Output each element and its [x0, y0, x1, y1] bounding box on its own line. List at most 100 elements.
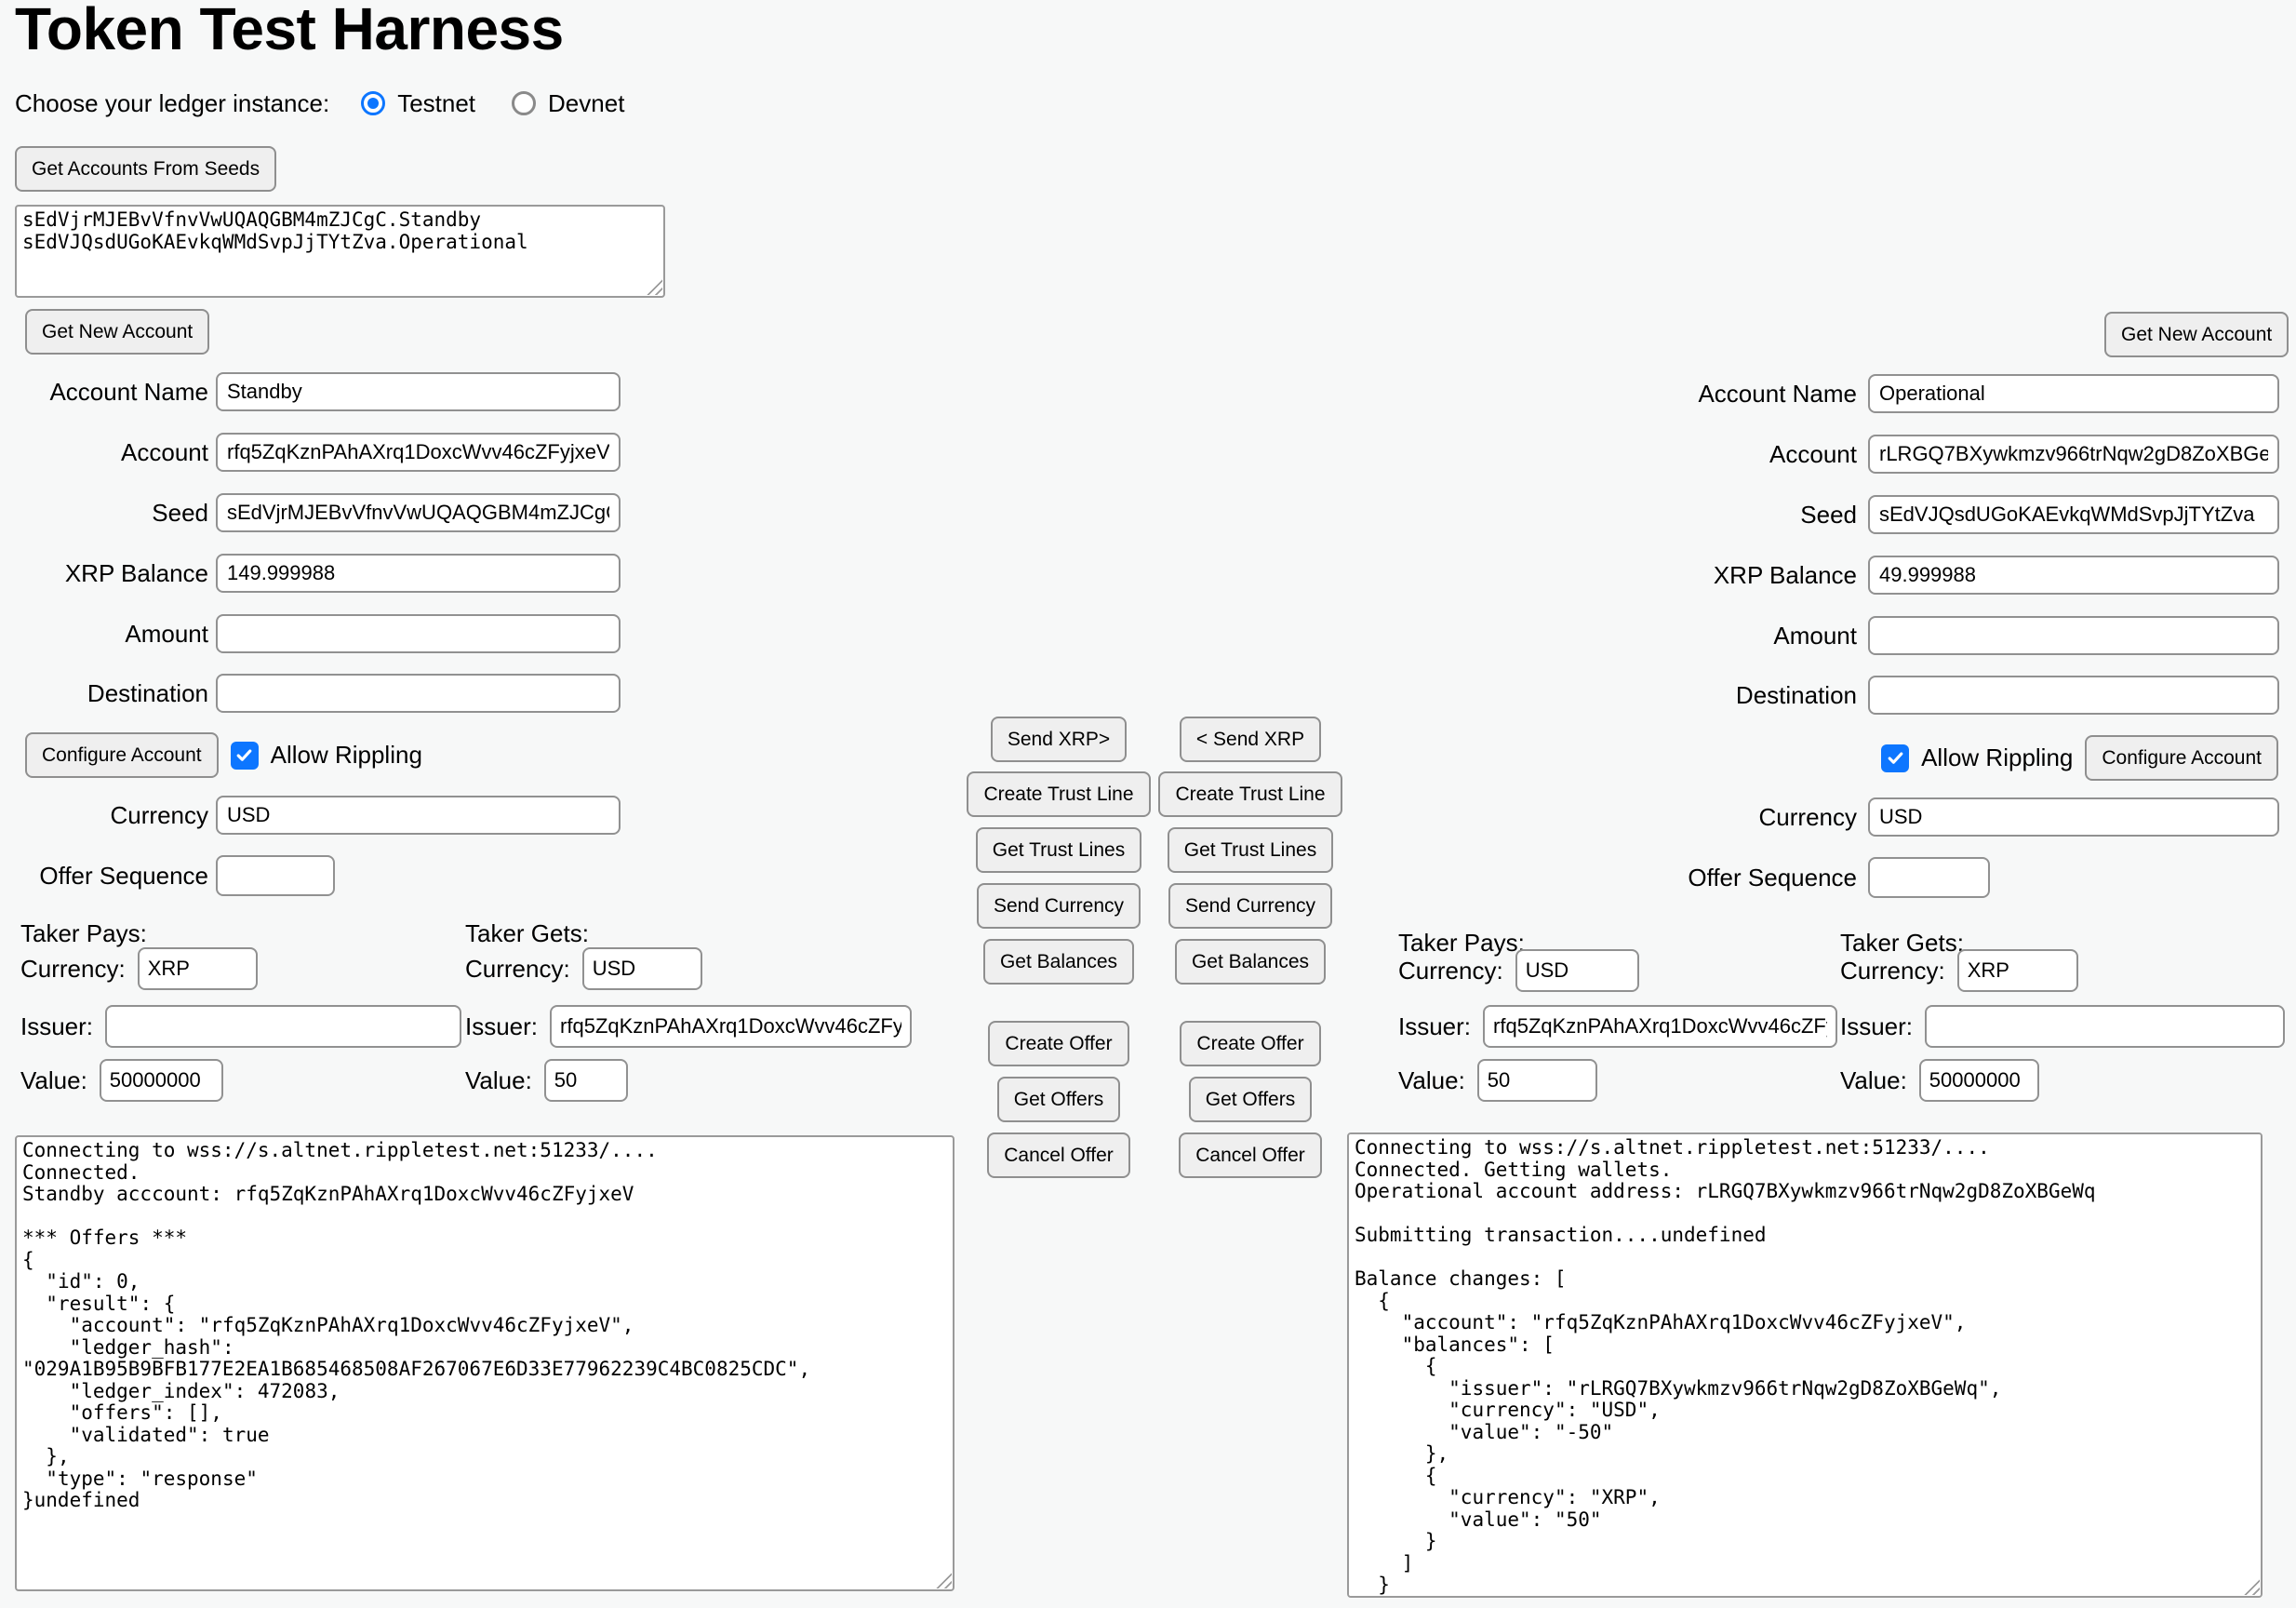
xrp-balance-label-standby: XRP Balance [15, 559, 216, 588]
get-trust-lines-standby-button[interactable]: Get Trust Lines [976, 827, 1141, 873]
form-row: Seed [1347, 495, 2279, 534]
get-balances-standby-button[interactable]: Get Balances [983, 939, 1134, 985]
form-row: XRP Balance [1347, 556, 2279, 595]
taker-pays-currency-input-standby[interactable] [138, 947, 258, 990]
send-currency-standby-button[interactable]: Send Currency [977, 883, 1141, 929]
cancel-offer-operational-button[interactable]: Cancel Offer [1179, 1132, 1322, 1178]
log-textarea-wrap-standby: Connecting to wss://s.altnet.rippletest.… [15, 1135, 954, 1591]
currency-label: Currency: [465, 955, 570, 984]
send-currency-operational-button[interactable]: Send Currency [1168, 883, 1332, 929]
taker-pays-heading-standby: Taker Pays: [20, 919, 147, 948]
get-new-account-button-operational[interactable]: Get New Account [2104, 312, 2289, 357]
value-label: Value: [1398, 1066, 1465, 1095]
form-row: Destination [15, 674, 621, 713]
amount-label-operational: Amount [1347, 622, 1868, 650]
taker-gets-issuer-input-operational[interactable] [1925, 1005, 2285, 1048]
taker-pays-issuer-input-standby[interactable] [105, 1005, 461, 1048]
offer-sequence-input-standby[interactable] [216, 855, 335, 896]
amount-input-standby[interactable] [216, 614, 621, 653]
taker-gets-currency-input-standby[interactable] [582, 947, 702, 990]
value-label: Value: [20, 1066, 87, 1095]
taker-pays-currency-input-operational[interactable] [1515, 949, 1639, 992]
configure-account-button-operational[interactable]: Configure Account [2085, 735, 2278, 781]
create-offer-standby-button[interactable]: Create Offer [988, 1021, 1128, 1066]
issuer-label: Issuer: [20, 1012, 93, 1041]
get-balances-operational-button[interactable]: Get Balances [1175, 939, 1326, 985]
account-input-operational[interactable] [1868, 435, 2279, 474]
get-accounts-from-seeds-button[interactable]: Get Accounts From Seeds [15, 146, 276, 192]
send-xrp-standby-button[interactable]: Send XRP> [991, 717, 1127, 762]
get-offers-operational-button[interactable]: Get Offers [1189, 1077, 1312, 1122]
middle-row: Create Offer Create Offer [963, 1021, 1346, 1066]
taker-gets-value-input-standby[interactable] [544, 1059, 628, 1102]
devnet-label[interactable]: Devnet [548, 89, 624, 118]
destination-input-operational[interactable] [1868, 676, 2279, 715]
checkmark-icon [1886, 748, 1905, 768]
taker-pays-value-input-standby[interactable] [100, 1059, 223, 1102]
taker-pays-currency-row-standby: Currency: [20, 947, 258, 990]
get-offers-standby-button[interactable]: Get Offers [997, 1077, 1120, 1122]
form-row: Currency [15, 796, 621, 835]
create-trust-line-standby-button[interactable]: Create Trust Line [967, 771, 1150, 817]
cancel-offer-standby-button[interactable]: Cancel Offer [987, 1132, 1130, 1178]
testnet-label[interactable]: Testnet [397, 89, 475, 118]
currency-label: Currency: [1398, 957, 1503, 985]
currency-input-operational[interactable] [1868, 797, 2279, 837]
get-trust-lines-operational-button[interactable]: Get Trust Lines [1168, 827, 1333, 873]
results-log-standby[interactable]: Connecting to wss://s.altnet.rippletest.… [15, 1135, 954, 1591]
value-label: Value: [1840, 1066, 1907, 1095]
seed-input-operational[interactable] [1868, 495, 2279, 534]
amount-input-operational[interactable] [1868, 616, 2279, 655]
taker-gets-currency-input-operational[interactable] [1957, 949, 2078, 992]
allow-rippling-checkbox-standby[interactable] [231, 742, 259, 770]
offer-sequence-input-operational[interactable] [1868, 857, 1990, 898]
offer-sequence-label-operational: Offer Sequence [1347, 864, 1868, 892]
devnet-radio[interactable] [512, 91, 536, 115]
create-offer-operational-button[interactable]: Create Offer [1180, 1021, 1320, 1066]
destination-label-standby: Destination [15, 679, 216, 708]
taker-pays-value-row-operational: Value: [1398, 1059, 1597, 1102]
page-title: Token Test Harness [15, 0, 564, 63]
taker-gets-currency-row-standby: Currency: [465, 947, 702, 990]
get-new-account-button-standby[interactable]: Get New Account [25, 309, 209, 355]
configure-account-button-standby[interactable]: Configure Account [25, 732, 219, 778]
account-name-input-operational[interactable] [1868, 374, 2279, 413]
amount-label-standby: Amount [15, 620, 216, 649]
issuer-label: Issuer: [465, 1012, 538, 1041]
taker-gets-value-row-operational: Value: [1840, 1059, 2039, 1102]
taker-gets-value-input-operational[interactable] [1919, 1059, 2039, 1102]
value-label: Value: [465, 1066, 532, 1095]
account-name-input-standby[interactable] [216, 372, 621, 411]
taker-pays-issuer-input-operational[interactable] [1483, 1005, 1837, 1048]
middle-row: Create Trust Line Create Trust Line [963, 771, 1346, 817]
allow-rippling-checkbox-operational[interactable] [1881, 744, 1909, 772]
form-row: Account [15, 433, 621, 472]
form-row: Seed [15, 493, 621, 532]
account-input-standby[interactable] [216, 433, 621, 472]
xrp-balance-input-operational[interactable] [1868, 556, 2279, 595]
middle-row: Cancel Offer Cancel Offer [963, 1132, 1346, 1178]
account-label-standby: Account [15, 438, 216, 467]
seeds-textarea[interactable]: sEdVjrMJEBvVfnvVwUQAQGBM4mZJCgC.Standby … [15, 205, 665, 298]
account-name-label-standby: Account Name [15, 378, 216, 407]
form-row: Account Name [15, 372, 621, 411]
ledger-chooser: Choose your ledger instance: Testnet Dev… [15, 88, 624, 118]
taker-pays-value-row-standby: Value: [20, 1059, 223, 1102]
issuer-label: Issuer: [1840, 1012, 1913, 1041]
taker-gets-issuer-input-standby[interactable] [550, 1005, 912, 1048]
send-xrp-operational-button[interactable]: < Send XRP [1180, 717, 1321, 762]
create-trust-line-operational-button[interactable]: Create Trust Line [1158, 771, 1342, 817]
seed-input-standby[interactable] [216, 493, 621, 532]
testnet-radio[interactable] [361, 91, 385, 115]
currency-input-standby[interactable] [216, 796, 621, 835]
currency-label: Currency: [20, 955, 126, 984]
form-row: Account [1347, 435, 2279, 474]
results-log-operational[interactable]: Connecting to wss://s.altnet.rippletest.… [1347, 1132, 2263, 1598]
taker-pays-currency-row-operational: Currency: [1398, 949, 1639, 992]
checkmark-icon [234, 745, 254, 765]
form-row: XRP Balance [15, 554, 621, 593]
xrp-balance-input-standby[interactable] [216, 554, 621, 593]
destination-input-standby[interactable] [216, 674, 621, 713]
middle-row: Get Trust Lines Get Trust Lines [963, 827, 1346, 873]
taker-pays-value-input-operational[interactable] [1477, 1059, 1597, 1102]
